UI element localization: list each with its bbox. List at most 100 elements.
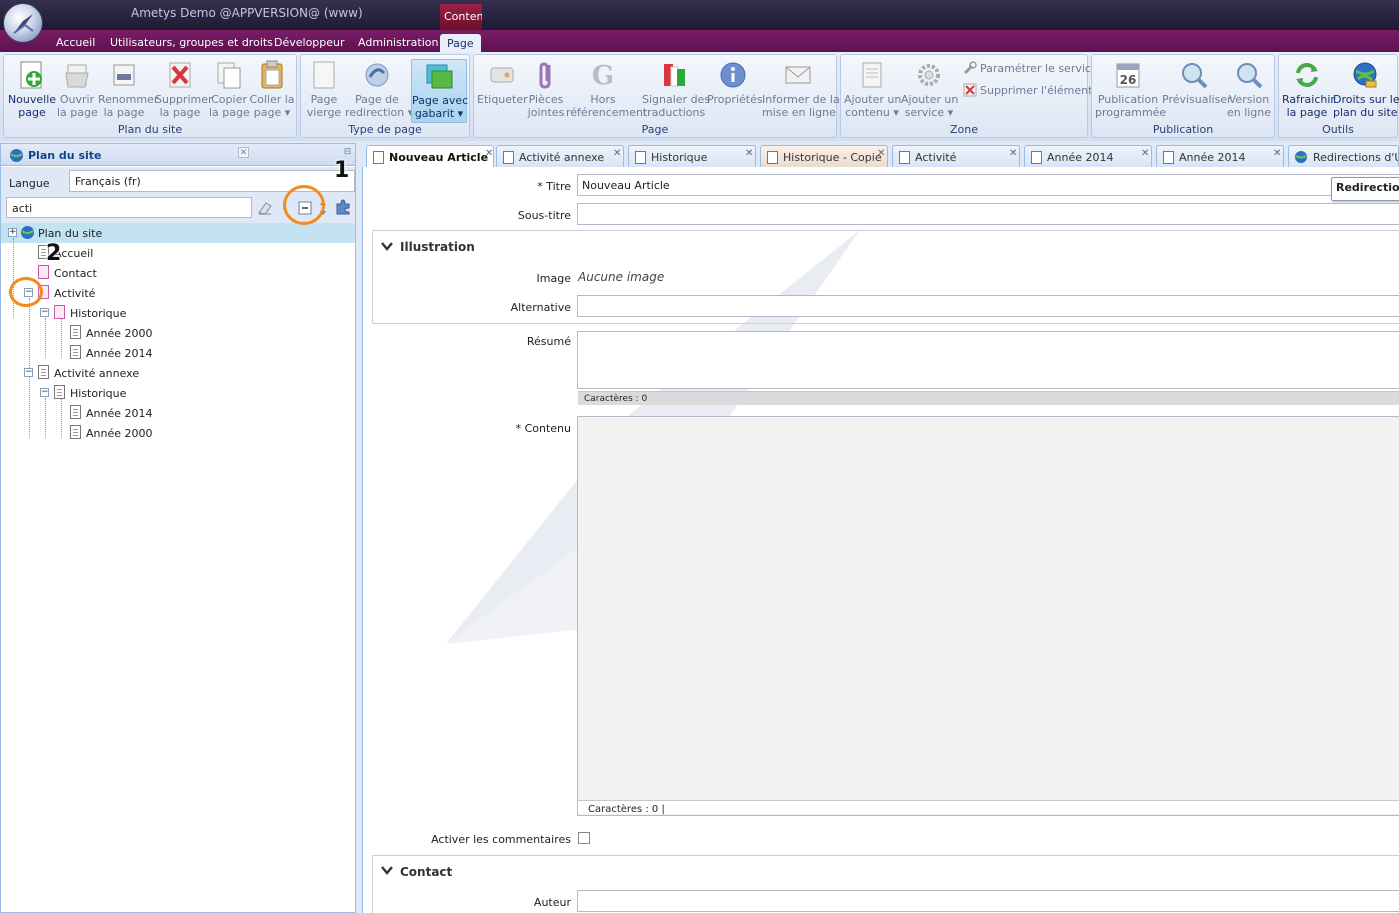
title-input[interactable]: Nouveau Article [577, 174, 1399, 196]
google-icon: G [592, 61, 614, 91]
copy-page-button[interactable]: Copier la page [209, 59, 250, 119]
add-content-button[interactable]: Ajouter un contenu ▾ [844, 59, 901, 119]
tree-node-activite[interactable]: − Activité [1, 283, 355, 303]
close-panel-icon[interactable]: ✕ [238, 147, 249, 158]
content-rich-editor[interactable] [577, 416, 1399, 816]
tree-node-historique[interactable]: − Historique [1, 383, 355, 403]
illustration-section: Illustration Image Aucune image Alternat… [372, 230, 1399, 324]
preview-button[interactable]: Prévisualiser [1162, 59, 1232, 106]
annotation-number-1: 1 [334, 158, 350, 183]
properties-button[interactable]: Propriétés [707, 59, 763, 106]
tab-redirections-url[interactable]: Redirections d'URL [1288, 145, 1399, 167]
page-icon [1031, 151, 1042, 164]
close-tab-icon[interactable]: ✕ [485, 148, 493, 159]
image-value: Aucune image [578, 270, 665, 284]
alternative-input[interactable] [577, 295, 1399, 317]
tab-developpeur[interactable]: Développeur [274, 34, 345, 52]
new-page-button[interactable]: Nouvelle page [7, 59, 57, 119]
configure-service-button[interactable]: Paramétrer le service [963, 61, 1098, 75]
puzzle-icon[interactable] [334, 198, 352, 216]
tab-annee-2014-b[interactable]: Année 2014 ✕ [1156, 145, 1284, 167]
page-icon [635, 151, 646, 164]
group-type-de-page: Page vierge Page de redirection ▾ Page ave… [300, 54, 470, 138]
tree-node-annee-2000[interactable]: Année 2000 [1, 323, 355, 343]
redirect-page-button[interactable]: Page de redirection ▾ [345, 59, 413, 119]
svg-text:26: 26 [1120, 73, 1137, 87]
template-page-button[interactable]: Page avec gabarit ▾ [411, 59, 468, 123]
delete-page-button[interactable]: Supprimer la page [155, 59, 213, 119]
notify-online-button[interactable]: Informer de la mise en ligne [762, 59, 840, 119]
paste-page-button[interactable]: Coller la page ▾ [249, 59, 295, 119]
sitemap-panel-header: Plan du site ✕ ⊟ [1, 144, 355, 166]
blank-page-button[interactable]: Page vierge [304, 59, 344, 119]
group-label-plan-du-site: Plan du site [117, 123, 183, 136]
rename-page-button[interactable]: Renommer la page [98, 59, 158, 119]
author-input[interactable] [577, 890, 1399, 912]
close-tab-icon[interactable]: ✕ [613, 148, 621, 159]
tree-node-annee-2014[interactable]: Année 2014 [1, 403, 355, 423]
tab-historique[interactable]: Historique ✕ [628, 145, 756, 167]
annotation-number-2: 2 [46, 241, 62, 266]
tree-node-annee-2000[interactable]: Année 2000 [1, 423, 355, 443]
tab-historique-copie[interactable]: Historique - Copie ✕ [760, 145, 888, 167]
open-page-button[interactable]: Ouvrir la page [57, 59, 98, 119]
subtitle-input[interactable] [577, 203, 1399, 225]
search-input[interactable]: acti [6, 197, 252, 218]
page-icon [54, 385, 65, 399]
app-logo-icon[interactable] [3, 3, 43, 43]
close-tab-icon[interactable]: ✕ [1009, 148, 1017, 159]
tab-page[interactable]: Page [440, 34, 481, 52]
close-tab-icon[interactable]: ✕ [745, 148, 753, 159]
close-tab-icon[interactable]: ✕ [877, 148, 885, 159]
tab-accueil[interactable]: Accueil [56, 34, 95, 52]
group-label-zone: Zone [949, 123, 978, 136]
collapse-toggle[interactable]: − [24, 368, 33, 377]
comments-checkbox[interactable] [578, 832, 590, 844]
no-index-button[interactable]: G Hors référencement [566, 59, 647, 119]
collapse-toggle[interactable]: − [40, 388, 49, 397]
group-label-type-de-page: Type de page [348, 123, 422, 136]
tree-node-annee-2014[interactable]: Année 2014 [1, 343, 355, 363]
close-tab-icon[interactable]: ✕ [1141, 148, 1149, 159]
page-icon [70, 425, 81, 439]
template-page-icon [426, 64, 453, 89]
tree-node-historique[interactable]: − Historique [1, 303, 355, 323]
summary-textarea[interactable] [577, 331, 1399, 389]
expand-toggle[interactable]: + [8, 228, 17, 237]
tab-annee-2014[interactable]: Année 2014 ✕ [1024, 145, 1152, 167]
sitemap-panel-title: Plan du site [28, 149, 102, 162]
tab-utilisateurs[interactable]: Utilisateurs, groupes et droits [110, 34, 273, 52]
pin-panel-icon[interactable]: ⊟ [342, 147, 353, 158]
tag-button[interactable]: Etiqueter [477, 59, 528, 106]
document-icon [767, 151, 778, 164]
image-label: Image [536, 272, 571, 285]
attachments-button[interactable]: Pièces jointes [526, 59, 566, 119]
tree-node-plan-du-site[interactable]: + Plan du site [1, 223, 355, 243]
chevron-down-icon[interactable] [381, 241, 393, 251]
translations-button[interactable]: Signaler des traductions [642, 59, 710, 119]
delete-icon [169, 62, 191, 88]
document-icon [373, 151, 384, 164]
online-version-button[interactable]: Version en ligne [1226, 59, 1272, 119]
delete-element-button[interactable]: Supprimer l'élément [963, 83, 1092, 97]
tree-node-activite-annexe[interactable]: − Activité annexe [1, 363, 355, 383]
refresh-page-button[interactable]: Rafraichir la page [1282, 59, 1335, 119]
collapse-toggle[interactable]: − [40, 308, 49, 317]
redirect-icon [365, 63, 389, 87]
content-char-count: Caractères : 0 | [578, 800, 1399, 815]
close-tab-icon[interactable]: ✕ [1273, 148, 1281, 159]
chevron-down-icon[interactable] [381, 865, 393, 875]
scheduled-publication-button[interactable]: 26 Publication programmée [1095, 59, 1166, 119]
tab-administration[interactable]: Administration [358, 34, 439, 52]
eraser-icon[interactable] [257, 200, 273, 216]
tree-node-contact[interactable]: Contact [1, 263, 355, 283]
page-icon [1163, 151, 1174, 164]
tab-nouveau-article[interactable]: Nouveau Article ✕ [366, 145, 494, 167]
summary-label: Résumé [526, 335, 571, 348]
tab-activite-annexe[interactable]: Activité annexe ✕ [496, 145, 624, 167]
group-zone: Ajouter un contenu ▾ Ajouter un service ▾ … [840, 54, 1098, 138]
page-icon [38, 365, 49, 379]
sitemap-rights-button[interactable]: Droits sur le plan du site [1333, 59, 1399, 119]
tab-activite[interactable]: Activité ✕ [892, 145, 1020, 167]
add-service-button[interactable]: Ajouter un service ▾ [901, 59, 958, 119]
